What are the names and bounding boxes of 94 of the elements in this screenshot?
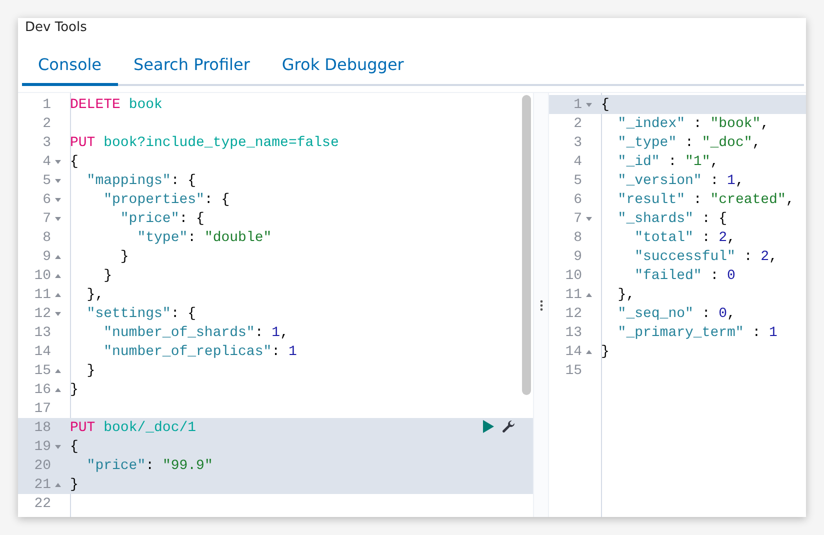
- line-number: 13: [33, 324, 51, 340]
- fold-arrow-icon[interactable]: [55, 444, 61, 448]
- code-line: PUT book?include_type_name=false: [70, 134, 339, 150]
- play-icon[interactable]: [482, 420, 494, 433]
- line-number: 11: [564, 286, 582, 302]
- code-line: "price": {: [119, 210, 204, 226]
- code-line: }: [86, 362, 96, 378]
- code-line: PUT book/_doc/1: [70, 420, 196, 436]
- tab[interactable]: Search Profiler: [118, 48, 266, 86]
- code-line: "settings": {: [86, 306, 196, 322]
- line-number: 6: [572, 192, 582, 208]
- code-line: "_version" : 1,: [616, 172, 744, 188]
- line-number: 1: [42, 96, 51, 112]
- fold-arrow-icon[interactable]: [55, 388, 61, 392]
- code-line: {: [70, 438, 78, 454]
- fold-arrow-icon[interactable]: [55, 312, 61, 316]
- tab[interactable]: Grok Debugger: [266, 48, 420, 86]
- line-number: 2: [42, 116, 51, 132]
- fold-arrow-icon[interactable]: [55, 254, 61, 258]
- code-line: },: [86, 286, 104, 302]
- code-line: "number_of_replicas": 1: [102, 344, 297, 360]
- fold-arrow-icon[interactable]: [586, 292, 592, 296]
- fold-arrow-icon[interactable]: [55, 178, 61, 182]
- code-line: "_primary_term" : 1: [616, 324, 778, 340]
- line-number: 14: [564, 344, 582, 360]
- code-line: "successful" : 2,: [634, 248, 778, 264]
- code-line: "_id" : "1",: [616, 154, 719, 170]
- fold-arrow-icon[interactable]: [55, 198, 61, 202]
- code-line: {: [70, 154, 78, 170]
- line-number: 15: [564, 362, 582, 378]
- code-line: "type": "double": [136, 230, 272, 246]
- line-number: 8: [572, 230, 582, 246]
- line-number: 16: [33, 382, 51, 398]
- code-line: "result" : "created",: [616, 192, 794, 208]
- code-line: "properties": {: [102, 192, 230, 208]
- code-line: "price": "99.9": [86, 458, 213, 474]
- code-line: }: [119, 248, 129, 264]
- code-line: "_index" : "book",: [616, 116, 770, 132]
- line-number: 22: [33, 496, 51, 512]
- line-number: 19: [33, 438, 51, 454]
- fold-arrow-icon[interactable]: [55, 216, 61, 220]
- code-line: }: [102, 268, 112, 284]
- line-number: 11: [33, 286, 51, 302]
- code-line: "failed" : 0: [634, 268, 736, 284]
- fold-arrow-icon[interactable]: [55, 274, 61, 278]
- fold-arrow-icon[interactable]: [586, 102, 592, 106]
- line-number: 18: [33, 420, 51, 436]
- line-number: 20: [33, 458, 51, 474]
- drag-handle-icon[interactable]: [540, 300, 542, 310]
- code-line: "_seq_no" : 0,: [616, 306, 736, 322]
- tab[interactable]: Console: [22, 48, 118, 86]
- wrench-icon[interactable]: [502, 420, 515, 433]
- fold-arrow-icon[interactable]: [55, 292, 61, 296]
- line-number: 2: [572, 116, 582, 132]
- line-number: 10: [33, 268, 51, 284]
- window-title: Dev Tools: [24, 19, 88, 37]
- code-line: {: [601, 96, 610, 112]
- line-number: 1: [572, 96, 582, 112]
- line-number: 5: [42, 172, 51, 188]
- line-number: 12: [33, 306, 51, 322]
- line-number: 12: [564, 306, 582, 322]
- fold-arrow-icon[interactable]: [55, 160, 61, 164]
- line-number: 7: [572, 210, 582, 226]
- fold-arrow-icon[interactable]: [55, 368, 61, 372]
- scrollbar[interactable]: [522, 95, 531, 395]
- code-line: }: [601, 344, 610, 360]
- line-number: 15: [33, 362, 51, 378]
- fold-arrow-icon[interactable]: [55, 482, 61, 486]
- fold-arrow-icon[interactable]: [586, 350, 592, 354]
- line-number: 9: [572, 248, 582, 264]
- line-number: 4: [572, 154, 582, 170]
- line-number: 17: [33, 400, 51, 416]
- line-number: 9: [42, 248, 51, 264]
- code-line: "_type" : "_doc",: [616, 134, 761, 150]
- code-line: DELETE book: [70, 96, 162, 112]
- code-line: }: [70, 382, 78, 398]
- code-line: "total" : 2,: [634, 230, 736, 246]
- line-number: 3: [572, 134, 582, 150]
- code-line: "_shards" : {: [616, 210, 728, 226]
- line-number: 6: [42, 192, 51, 208]
- line-number: 4: [42, 154, 51, 170]
- line-number: 10: [564, 268, 582, 284]
- code-line: }: [70, 476, 78, 492]
- line-number: 3: [42, 134, 51, 150]
- code-line: },: [616, 286, 635, 302]
- code-line: "mappings": {: [86, 172, 196, 188]
- fold-arrow-icon[interactable]: [586, 216, 592, 220]
- code-line: "number_of_shards": 1,: [102, 324, 288, 340]
- line-number: 21: [33, 476, 51, 492]
- line-number: 8: [42, 230, 51, 246]
- line-number: 5: [572, 172, 582, 188]
- line-number: 14: [33, 344, 51, 360]
- line-number: 7: [42, 210, 51, 226]
- line-number: 13: [564, 324, 582, 340]
